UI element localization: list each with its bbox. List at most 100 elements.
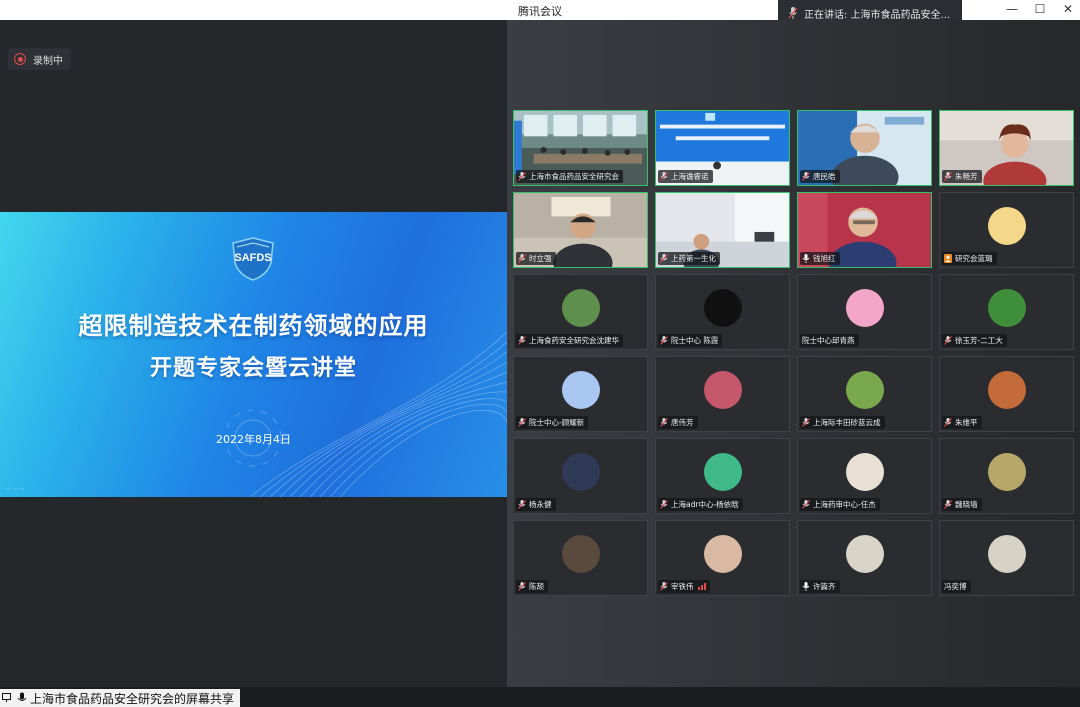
- participant-name-bar: 院士中心邱青燕: [800, 334, 859, 347]
- speaking-label: 正在讲话: 上海市食品药品安全...: [804, 9, 951, 21]
- participant-tile[interactable]: 研究会蓝璐: [939, 192, 1074, 268]
- avatar: [846, 535, 884, 573]
- participant-name-bar: 上海adr中心-杨依晗: [658, 498, 743, 511]
- participant-name: 陈颉: [529, 582, 544, 591]
- muted-mic-icon: [944, 418, 955, 427]
- mic-icon: [788, 7, 798, 19]
- signal-strength-icon: [697, 583, 706, 590]
- screen-share-bar[interactable]: 上海市食品药品安全研究会的屏幕共享: [0, 689, 241, 707]
- muted-mic-icon: [944, 500, 955, 509]
- participant-name-bar: 唐民皓: [800, 170, 840, 183]
- screen-icon: [2, 693, 11, 702]
- participant-name-bar: 许篇齐: [800, 580, 840, 593]
- participant-name: 唐伟芳: [671, 418, 694, 427]
- participant-name-bar: 院士中心-顾耀新: [516, 416, 589, 429]
- participant-name: 上海际丰田砂蓝云成: [813, 418, 881, 427]
- muted-mic-icon: [518, 582, 529, 591]
- slide-title-line1: 超限制造技术在制药领域的应用: [78, 312, 429, 340]
- participant-name: 钱旭红: [813, 254, 836, 263]
- participant-tile[interactable]: 朱维平: [939, 356, 1074, 432]
- participant-name-bar: 冯奕博: [942, 580, 971, 593]
- participant-tile[interactable]: 上海谵睿诺: [655, 110, 790, 186]
- muted-mic-icon: [518, 172, 529, 181]
- avatar: [846, 289, 884, 327]
- participant-name-bar: 杨永健: [516, 498, 556, 511]
- participant-name-bar: 魏晓墙: [942, 498, 982, 511]
- participant-name-bar: 朱畅芳: [942, 170, 982, 183]
- avatar: [846, 371, 884, 409]
- participant-name: 上海药审中心-任杰: [813, 500, 876, 509]
- participant-tile[interactable]: 宰铁伟: [655, 520, 790, 596]
- participant-name-bar: 唐伟芳: [658, 416, 698, 429]
- share-label: 上海市食品药品安全研究会的屏幕共享: [30, 691, 235, 706]
- participant-name: 徐玉芳-二工大: [955, 336, 1003, 345]
- record-icon: [14, 53, 26, 65]
- participant-name: 研究会蓝璐: [955, 254, 993, 263]
- participant-name-bar: 上药第一生化: [658, 252, 720, 265]
- muted-mic-icon: [518, 418, 529, 427]
- participant-name-bar: 陈颉: [516, 580, 548, 593]
- muted-mic-icon: [944, 172, 955, 181]
- participant-name: 朱畅芳: [955, 172, 978, 181]
- avatar: [988, 207, 1026, 245]
- participant-name-bar: 宰铁伟: [658, 580, 710, 593]
- avatar: [846, 453, 884, 491]
- participant-name-bar: 上海际丰田砂蓝云成: [800, 416, 885, 429]
- participant-name: 上海食药安全研究会沈建华: [529, 336, 619, 345]
- participant-tile[interactable]: 朱畅芳: [939, 110, 1074, 186]
- muted-mic-icon: [518, 254, 529, 263]
- participant-tile[interactable]: 上药第一生化: [655, 192, 790, 268]
- participant-tile[interactable]: 上海药审中心-任杰: [797, 438, 932, 514]
- participant-tile[interactable]: 许篇齐: [797, 520, 932, 596]
- avatar: [988, 289, 1026, 327]
- recording-badge[interactable]: 录制中: [8, 48, 71, 70]
- avatar: [562, 535, 600, 573]
- participant-tile[interactable]: 陈颉: [513, 520, 648, 596]
- participant-tile[interactable]: 上海市食品药品安全研究会: [513, 110, 648, 186]
- participant-tile[interactable]: 上海际丰田砂蓝云成: [797, 356, 932, 432]
- muted-mic-icon: [518, 336, 529, 345]
- participant-tile[interactable]: 钱旭红: [797, 192, 932, 268]
- slide-date: 2022年8月4日: [216, 433, 291, 446]
- participant-name: 魏晓墙: [955, 500, 978, 509]
- maximize-button[interactable]: ☐: [1034, 2, 1046, 16]
- minimize-button[interactable]: —: [1006, 2, 1018, 16]
- participant-tile[interactable]: 魏晓墙: [939, 438, 1074, 514]
- participant-name: 院士中心 陈霞: [671, 336, 719, 345]
- avatar: [562, 289, 600, 327]
- logo-text: SAFDS: [234, 252, 272, 264]
- muted-mic-icon: [802, 500, 813, 509]
- participant-tile[interactable]: 院士中心 陈霞: [655, 274, 790, 350]
- participant-tile[interactable]: 时立强: [513, 192, 648, 268]
- participant-tile[interactable]: 上海食药安全研究会沈建华: [513, 274, 648, 350]
- mic-icon: [802, 254, 813, 263]
- participants-pane: 上海市食品药品安全研究会 上海谵睿诺 唐民皓 朱畅芳时立强 上药第一生化 钱旭红 研究会蓝璐…: [507, 20, 1080, 687]
- participant-tile[interactable]: 上海adr中心-杨依晗: [655, 438, 790, 514]
- participant-name: 上海adr中心-杨依晗: [671, 500, 739, 509]
- participant-name-bar: 上海谵睿诺: [658, 170, 713, 183]
- avatar: [704, 535, 742, 573]
- muted-mic-icon: [802, 172, 813, 181]
- participant-name-bar: 上海食药安全研究会沈建华: [516, 334, 623, 347]
- participant-name-bar: 钱旭红: [800, 252, 840, 265]
- participant-grid: 上海市食品药品安全研究会 上海谵睿诺 唐民皓 朱畅芳时立强 上药第一生化 钱旭红 研究会蓝璐…: [513, 110, 1074, 596]
- muted-mic-icon: [802, 418, 813, 427]
- participant-name-bar: 徐玉芳-二工大: [942, 334, 1007, 347]
- participant-tile[interactable]: 冯奕博: [939, 520, 1074, 596]
- avatar: [562, 453, 600, 491]
- close-button[interactable]: ✕: [1062, 2, 1074, 16]
- participant-name: 时立强: [529, 254, 552, 263]
- participant-tile[interactable]: 杨永健: [513, 438, 648, 514]
- participant-name: 院士中心-顾耀新: [529, 418, 585, 427]
- participant-tile[interactable]: 院士中心-顾耀新: [513, 356, 648, 432]
- participant-name: 上海市食品药品安全研究会: [529, 172, 619, 181]
- avatar: [988, 453, 1026, 491]
- participant-tile[interactable]: 院士中心邱青燕: [797, 274, 932, 350]
- muted-mic-icon: [660, 500, 671, 509]
- participant-tile[interactable]: 唐民皓: [797, 110, 932, 186]
- participant-tile[interactable]: 徐玉芳-二工大: [939, 274, 1074, 350]
- participant-tile[interactable]: 唐伟芳: [655, 356, 790, 432]
- muted-mic-icon: [660, 582, 671, 591]
- participant-name-bar: 研究会蓝璐: [942, 252, 997, 265]
- avatar: [562, 371, 600, 409]
